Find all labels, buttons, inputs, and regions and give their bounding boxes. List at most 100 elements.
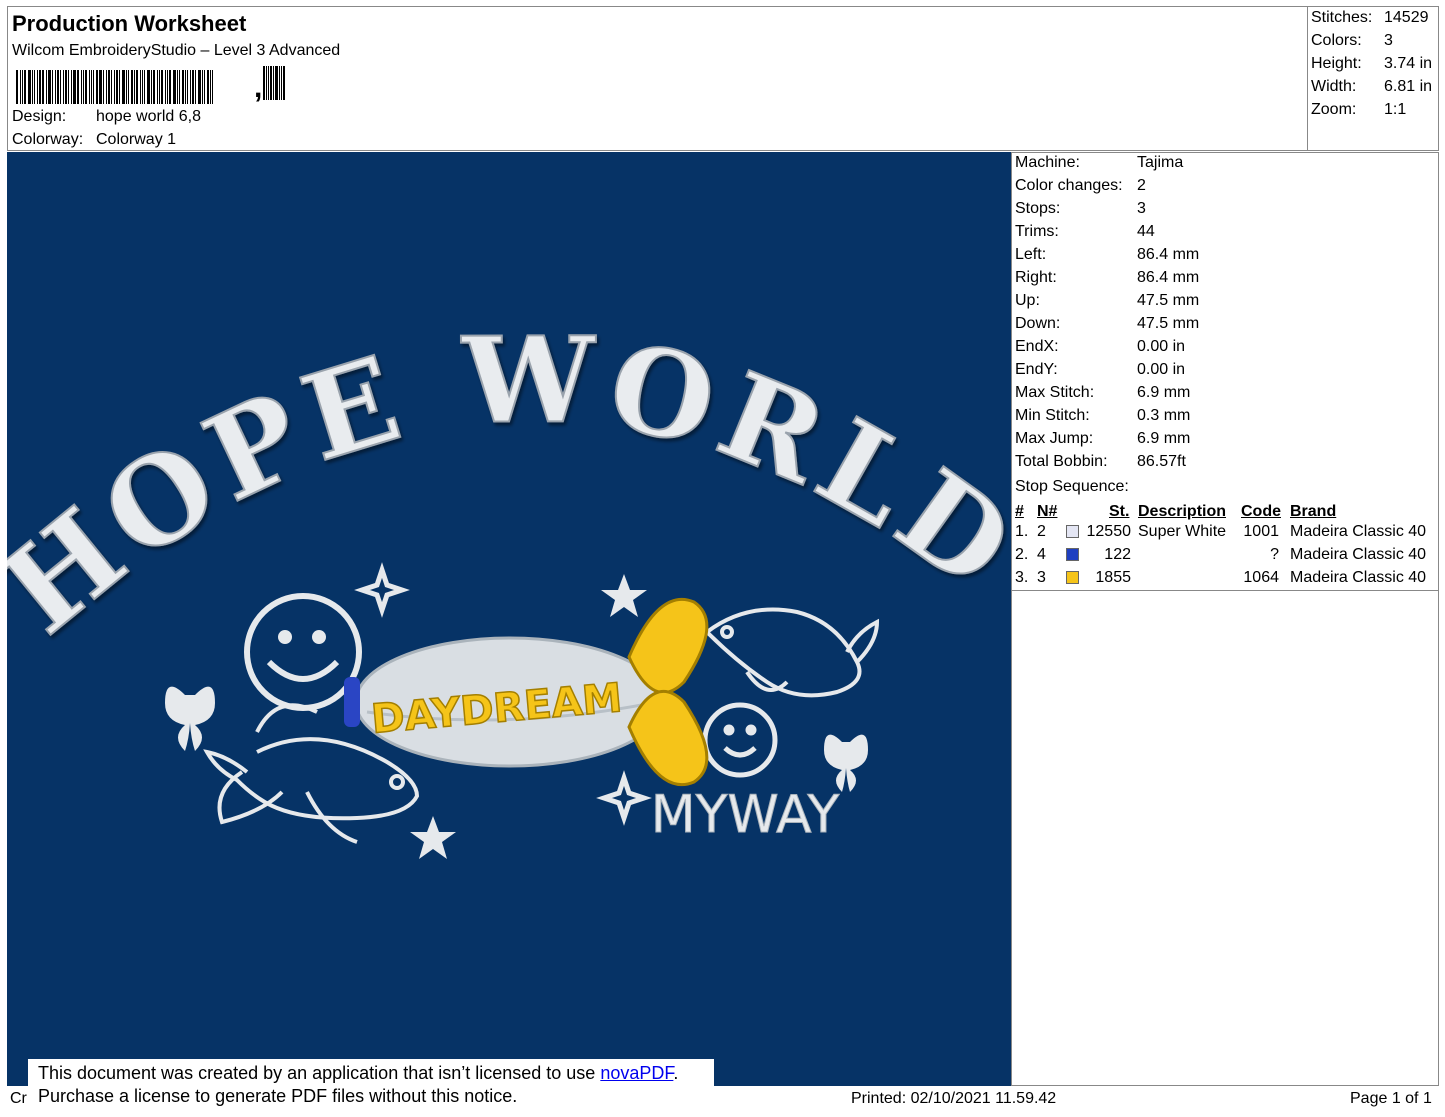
colorway-row: Colorway: Colorway 1 bbox=[12, 131, 176, 149]
barcode-bar bbox=[159, 70, 160, 104]
property-value: 47.5 mm bbox=[1137, 292, 1200, 309]
stop-row-stitches: 122 bbox=[1104, 546, 1131, 563]
property-row: Up: 47.5 mm bbox=[1015, 292, 1199, 310]
stat-value: 3.74 in bbox=[1384, 55, 1433, 72]
barcode-bar bbox=[204, 70, 205, 104]
stop-row-code: 1064 bbox=[1243, 569, 1279, 586]
property-row: Machine: Tajima bbox=[1015, 154, 1183, 172]
barcode-bar bbox=[182, 70, 184, 104]
barcode-bar bbox=[266, 66, 267, 100]
barcode-bar bbox=[85, 70, 87, 104]
barcode-comma: , bbox=[254, 71, 263, 104]
footer-left-text: Cr bbox=[10, 1090, 27, 1107]
barcode-bar bbox=[270, 66, 272, 100]
property-row: Max Jump: 6.9 mm bbox=[1015, 430, 1190, 448]
notice-line1: This document was created by an applicat… bbox=[38, 1063, 601, 1083]
barcode-bar bbox=[111, 70, 112, 104]
barcode bbox=[16, 66, 215, 104]
arched-title: HOPE WORLD bbox=[7, 310, 1011, 660]
stop-row-num: 1. bbox=[1015, 523, 1029, 540]
barcode-bar bbox=[52, 70, 53, 104]
barcode-bar bbox=[212, 70, 213, 104]
barcode-bar bbox=[83, 70, 84, 104]
barcode-bar bbox=[103, 70, 104, 104]
color-swatch bbox=[1066, 571, 1079, 584]
stat-row: Zoom: 1:1 bbox=[1311, 101, 1406, 119]
barcode-bar bbox=[81, 70, 82, 104]
property-label: Max Stitch: bbox=[1015, 384, 1095, 401]
col-header-code: Code bbox=[1241, 503, 1281, 520]
barcode-bar bbox=[147, 70, 150, 104]
barcode-bar bbox=[198, 70, 201, 104]
barcode-bar bbox=[263, 66, 265, 100]
property-row: Min Stitch: 0.3 mm bbox=[1015, 407, 1190, 425]
design-label: Design: bbox=[12, 108, 67, 125]
property-value: 44 bbox=[1137, 223, 1155, 240]
stop-row-needle: 2 bbox=[1037, 523, 1046, 540]
property-row: EndY: 0.00 in bbox=[1015, 361, 1185, 379]
barcode-bar bbox=[32, 70, 33, 104]
color-swatch bbox=[1066, 548, 1079, 561]
license-notice: This document was created by an applicat… bbox=[28, 1059, 714, 1113]
stat-value: 1:1 bbox=[1384, 101, 1407, 118]
barcode-bar bbox=[167, 70, 168, 104]
property-row: Stops: 3 bbox=[1015, 200, 1146, 218]
stat-value: 3 bbox=[1384, 32, 1393, 49]
barcode-bar bbox=[89, 70, 90, 104]
barcode-bar bbox=[55, 70, 56, 104]
barcode-bar bbox=[151, 70, 152, 104]
stop-row-description: Super White bbox=[1138, 523, 1227, 540]
property-value: 86.57ft bbox=[1137, 453, 1186, 470]
stop-row-needle: 4 bbox=[1037, 546, 1046, 563]
stop-row-code: 1001 bbox=[1243, 523, 1279, 540]
notice-line2: Purchase a license to generate PDF files… bbox=[38, 1086, 518, 1106]
colorway-value: Colorway 1 bbox=[96, 131, 177, 148]
barcode-bar bbox=[93, 70, 94, 104]
printed-timestamp: Printed: 02/10/2021 11.59.42 bbox=[851, 1090, 1057, 1107]
design-stats: Stitches: 14529 Colors: 3 Height: 3.74 in W… bbox=[1307, 6, 1439, 151]
property-row: EndX: 0.00 in bbox=[1015, 338, 1185, 356]
stat-value: 6.81 in bbox=[1384, 78, 1433, 95]
property-label: Machine: bbox=[1015, 154, 1080, 171]
novapdf-link[interactable]: novaPDF bbox=[600, 1063, 673, 1083]
property-row: Total Bobbin: 86.57ft bbox=[1015, 453, 1186, 471]
worksheet-header: Production Worksheet Wilcom EmbroiderySt… bbox=[7, 6, 1307, 151]
stat-row: Stitches: 14529 bbox=[1311, 9, 1429, 27]
property-label: Down: bbox=[1015, 315, 1061, 332]
property-value: 0.00 in bbox=[1137, 361, 1186, 378]
property-value: 47.5 mm bbox=[1137, 315, 1200, 332]
barcode-bar bbox=[202, 70, 203, 104]
property-row: Down: 47.5 mm bbox=[1015, 315, 1199, 333]
embroidery-artwork: HOPE WORLD bbox=[7, 309, 1011, 859]
stop-row-needle: 3 bbox=[1037, 569, 1046, 586]
barcode-bar bbox=[16, 70, 18, 104]
stop-row-brand: Madeira Classic 40 bbox=[1290, 546, 1427, 563]
stat-label: Width: bbox=[1311, 78, 1357, 95]
barcode-tail bbox=[263, 66, 286, 100]
stat-label: Zoom: bbox=[1311, 101, 1357, 118]
colorway-label: Colorway: bbox=[12, 131, 84, 148]
stop-row-num: 3. bbox=[1015, 569, 1029, 586]
property-label: Up: bbox=[1015, 292, 1040, 309]
barcode-bar bbox=[268, 66, 269, 100]
design-name-row: Design: hope world 6,8 bbox=[12, 108, 201, 126]
property-row: Right: 86.4 mm bbox=[1015, 269, 1199, 287]
col-header-description: Description bbox=[1138, 503, 1227, 520]
barcode-bar bbox=[142, 70, 143, 104]
stat-label: Stitches: bbox=[1311, 9, 1373, 26]
stop-row-num: 2. bbox=[1015, 546, 1029, 563]
notice-period: . bbox=[673, 1063, 679, 1083]
page-number: Page 1 of 1 bbox=[1350, 1090, 1432, 1107]
barcode-bar bbox=[173, 70, 176, 104]
barcode-bar bbox=[24, 70, 26, 104]
property-row: Left: 86.4 mm bbox=[1015, 246, 1199, 264]
barcode-bar bbox=[161, 70, 163, 104]
barcode-bar bbox=[273, 66, 274, 100]
barcode-bar bbox=[131, 70, 133, 104]
property-label: Total Bobbin: bbox=[1015, 453, 1108, 470]
myway-label: MYWAY bbox=[651, 785, 840, 845]
barcode-bar bbox=[28, 70, 31, 104]
barcode-bar bbox=[134, 70, 135, 104]
barcode-bar bbox=[46, 70, 47, 104]
barcode-bar bbox=[126, 70, 127, 104]
